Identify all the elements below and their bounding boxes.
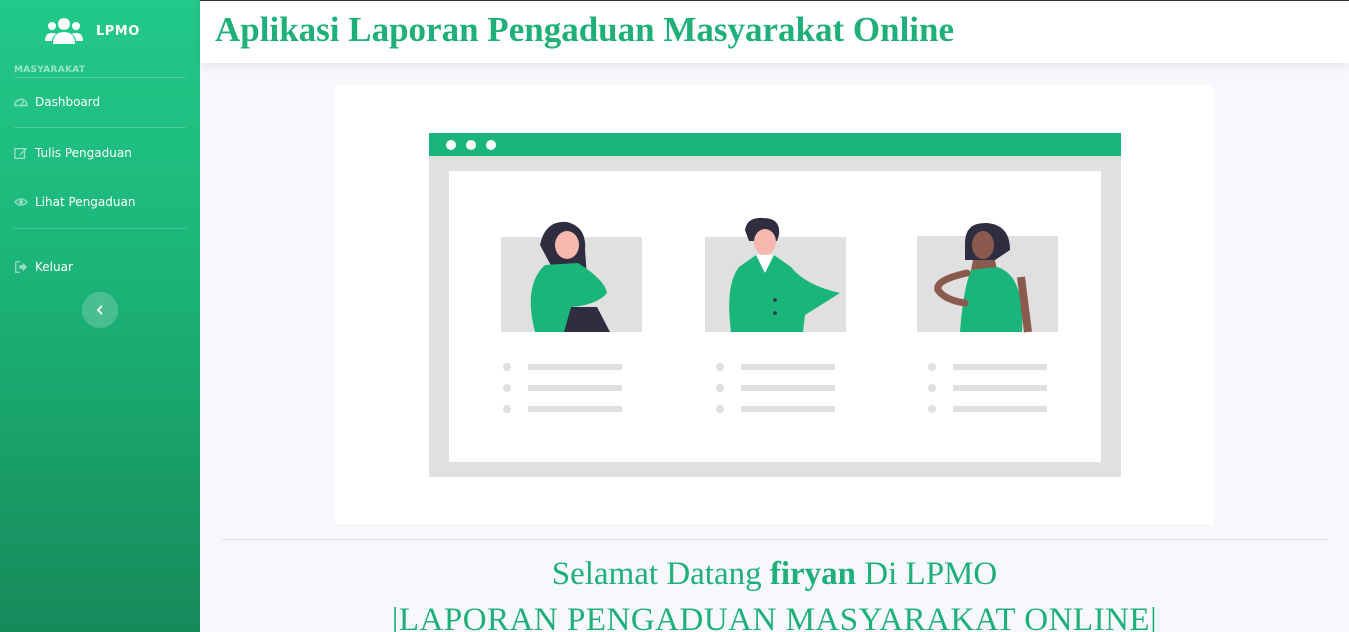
chevron-left-icon [96, 305, 103, 315]
sidebar-item-lihat-pengaduan[interactable]: Lihat Pengaduan [14, 195, 135, 209]
sidebar-section-heading: MASYARAKAT [14, 65, 86, 75]
app-fullname: |LAPORAN PENGADUAN MASYARAKAT ONLINE| [391, 602, 1158, 632]
brand-name: LPMO [96, 23, 140, 39]
sign-out-icon [15, 261, 28, 273]
team-illustration [429, 133, 1121, 477]
eye-icon [14, 198, 28, 206]
sidebar-item-label: Dashboard [35, 95, 101, 109]
topbar: Aplikasi Laporan Pengaduan Masyarakat On… [200, 0, 1349, 63]
username: firyan [769, 556, 857, 592]
brand[interactable]: LPMO [0, 0, 200, 62]
sidebar-divider [14, 77, 186, 78]
sidebar-divider [14, 127, 186, 128]
sidebar-divider [14, 228, 186, 229]
welcome-prefix: Selamat Datang [551, 556, 770, 592]
welcome-suffix: Di LPMO [856, 556, 998, 592]
edit-icon [14, 147, 28, 159]
welcome-heading: Selamat Datang firyan Di LPMO [200, 556, 1349, 593]
sidebar-toggle-button[interactable] [82, 292, 118, 328]
content-divider [222, 539, 1328, 540]
sidebar-item-keluar[interactable]: Keluar [14, 260, 73, 274]
sidebar-item-label: Keluar [35, 260, 73, 274]
sidebar: LPMO MASYARAKAT Dashboard Tulis Pengadua… [0, 0, 200, 632]
sidebar-item-dashboard[interactable]: Dashboard [14, 95, 100, 109]
dashboard-icon [14, 98, 28, 107]
page-title: Aplikasi Laporan Pengaduan Masyarakat On… [215, 10, 955, 49]
users-icon [45, 18, 83, 44]
sidebar-item-label: Lihat Pengaduan [35, 195, 136, 209]
sidebar-item-tulis-pengaduan[interactable]: Tulis Pengaduan [14, 146, 132, 160]
illustration-card [335, 85, 1214, 524]
sidebar-item-label: Tulis Pengaduan [35, 146, 132, 160]
